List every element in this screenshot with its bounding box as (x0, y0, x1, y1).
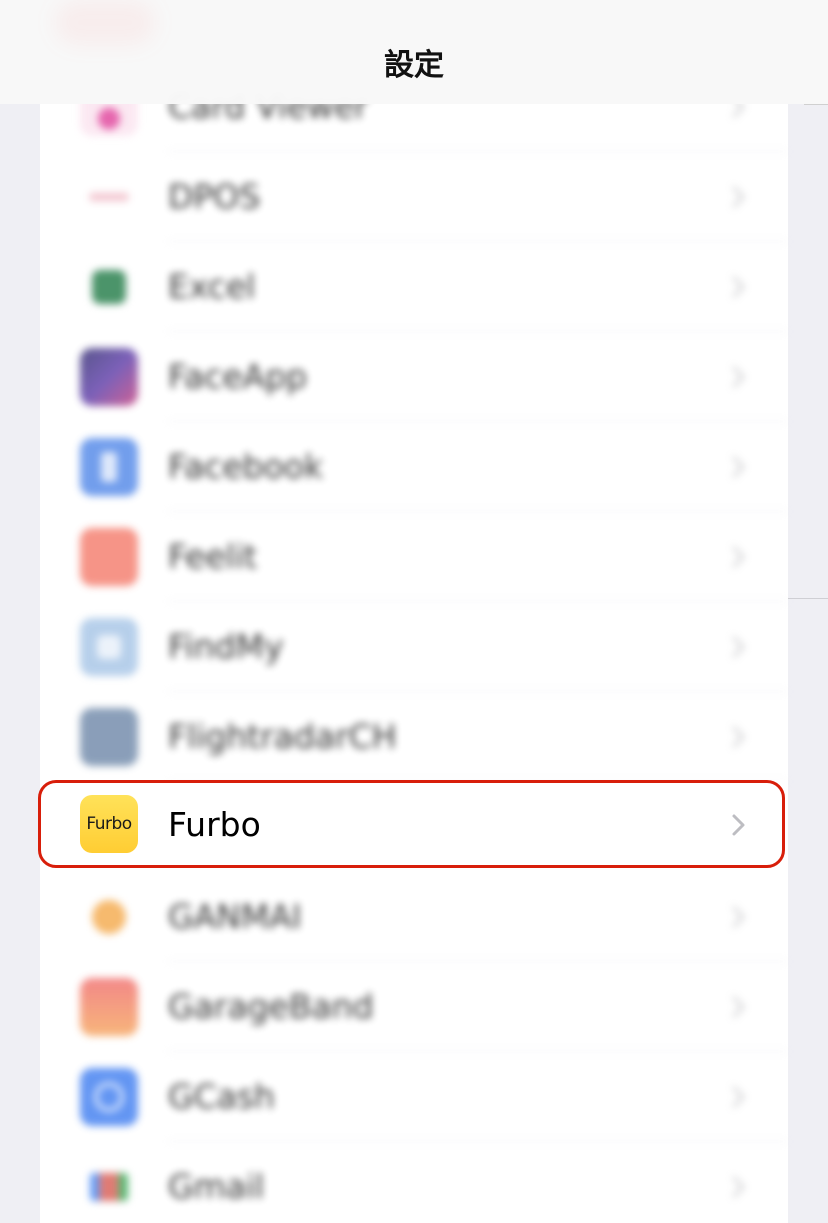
list-item-garageband[interactable]: GarageBand (40, 962, 788, 1052)
list-item-feelit[interactable]: Feelit (40, 512, 788, 602)
feelit-icon (80, 528, 138, 586)
chevron-right-icon (732, 814, 745, 836)
garageband-icon (80, 978, 138, 1036)
list-item-label: Gmail (168, 1167, 265, 1206)
list-item-excel[interactable]: Excel (40, 242, 788, 332)
faceapp-icon (80, 348, 138, 406)
chevron-right-icon (732, 366, 745, 388)
list-item-label: FaceApp (168, 357, 308, 396)
chevron-right-icon (732, 1086, 745, 1108)
list-item-facebook[interactable]: Facebook (40, 422, 788, 512)
list-item-dpos[interactable]: DPOS (40, 152, 788, 242)
list-item-faceapp[interactable]: FaceApp (40, 332, 788, 422)
furbo-icon: Furbo (80, 795, 138, 853)
gmail-icon (80, 1158, 138, 1216)
back-button-ghost (55, 0, 155, 45)
list-item-gcash[interactable]: GCash (40, 1052, 788, 1142)
furbo-icon-text: Furbo (86, 814, 132, 834)
chevron-right-icon (732, 546, 745, 568)
chevron-right-icon (732, 726, 745, 748)
settings-screen: 設定 Card Viewer DPOS Excel FaceApp Facebo… (0, 0, 828, 1223)
flightradar-icon (80, 708, 138, 766)
app-settings-list: Card Viewer DPOS Excel FaceApp Facebook … (40, 62, 788, 1223)
chevron-right-icon (732, 276, 745, 298)
chevron-right-icon (732, 906, 745, 928)
edge-divider (788, 598, 828, 599)
list-item-furbo[interactable]: Furbo Furbo (40, 780, 788, 870)
chevron-right-icon (732, 456, 745, 478)
chevron-right-icon (732, 636, 745, 658)
dpos-icon (80, 168, 138, 226)
gcash-icon (80, 1068, 138, 1126)
facebook-icon (80, 438, 138, 496)
chevron-right-icon (732, 1176, 745, 1198)
findmy-icon (80, 618, 138, 676)
list-item-ganmai[interactable]: GANMAI (40, 872, 788, 962)
list-item-label: Excel (168, 267, 256, 306)
list-item-label: Furbo (168, 805, 261, 844)
list-item-label: GCash (168, 1077, 275, 1116)
ganmai-icon (80, 888, 138, 946)
chevron-right-icon (732, 186, 745, 208)
list-item-label: FindMy (168, 627, 284, 666)
chevron-right-icon (732, 996, 745, 1018)
list-item-gmail[interactable]: Gmail (40, 1142, 788, 1223)
header-divider (804, 104, 828, 105)
list-item-label: GarageBand (168, 987, 374, 1026)
list-item-flightradar[interactable]: FlightradarCH (40, 692, 788, 782)
list-item-findmy[interactable]: FindMy (40, 602, 788, 692)
list-item-label: FlightradarCH (168, 717, 397, 756)
list-item-label: Feelit (168, 537, 258, 576)
list-item-label: GANMAI (168, 897, 302, 936)
list-item-label: Facebook (168, 447, 324, 486)
excel-icon (80, 258, 138, 316)
page-title: 設定 (384, 48, 444, 83)
list-item-label: DPOS (168, 177, 261, 216)
navigation-bar: 設定 (0, 0, 828, 104)
